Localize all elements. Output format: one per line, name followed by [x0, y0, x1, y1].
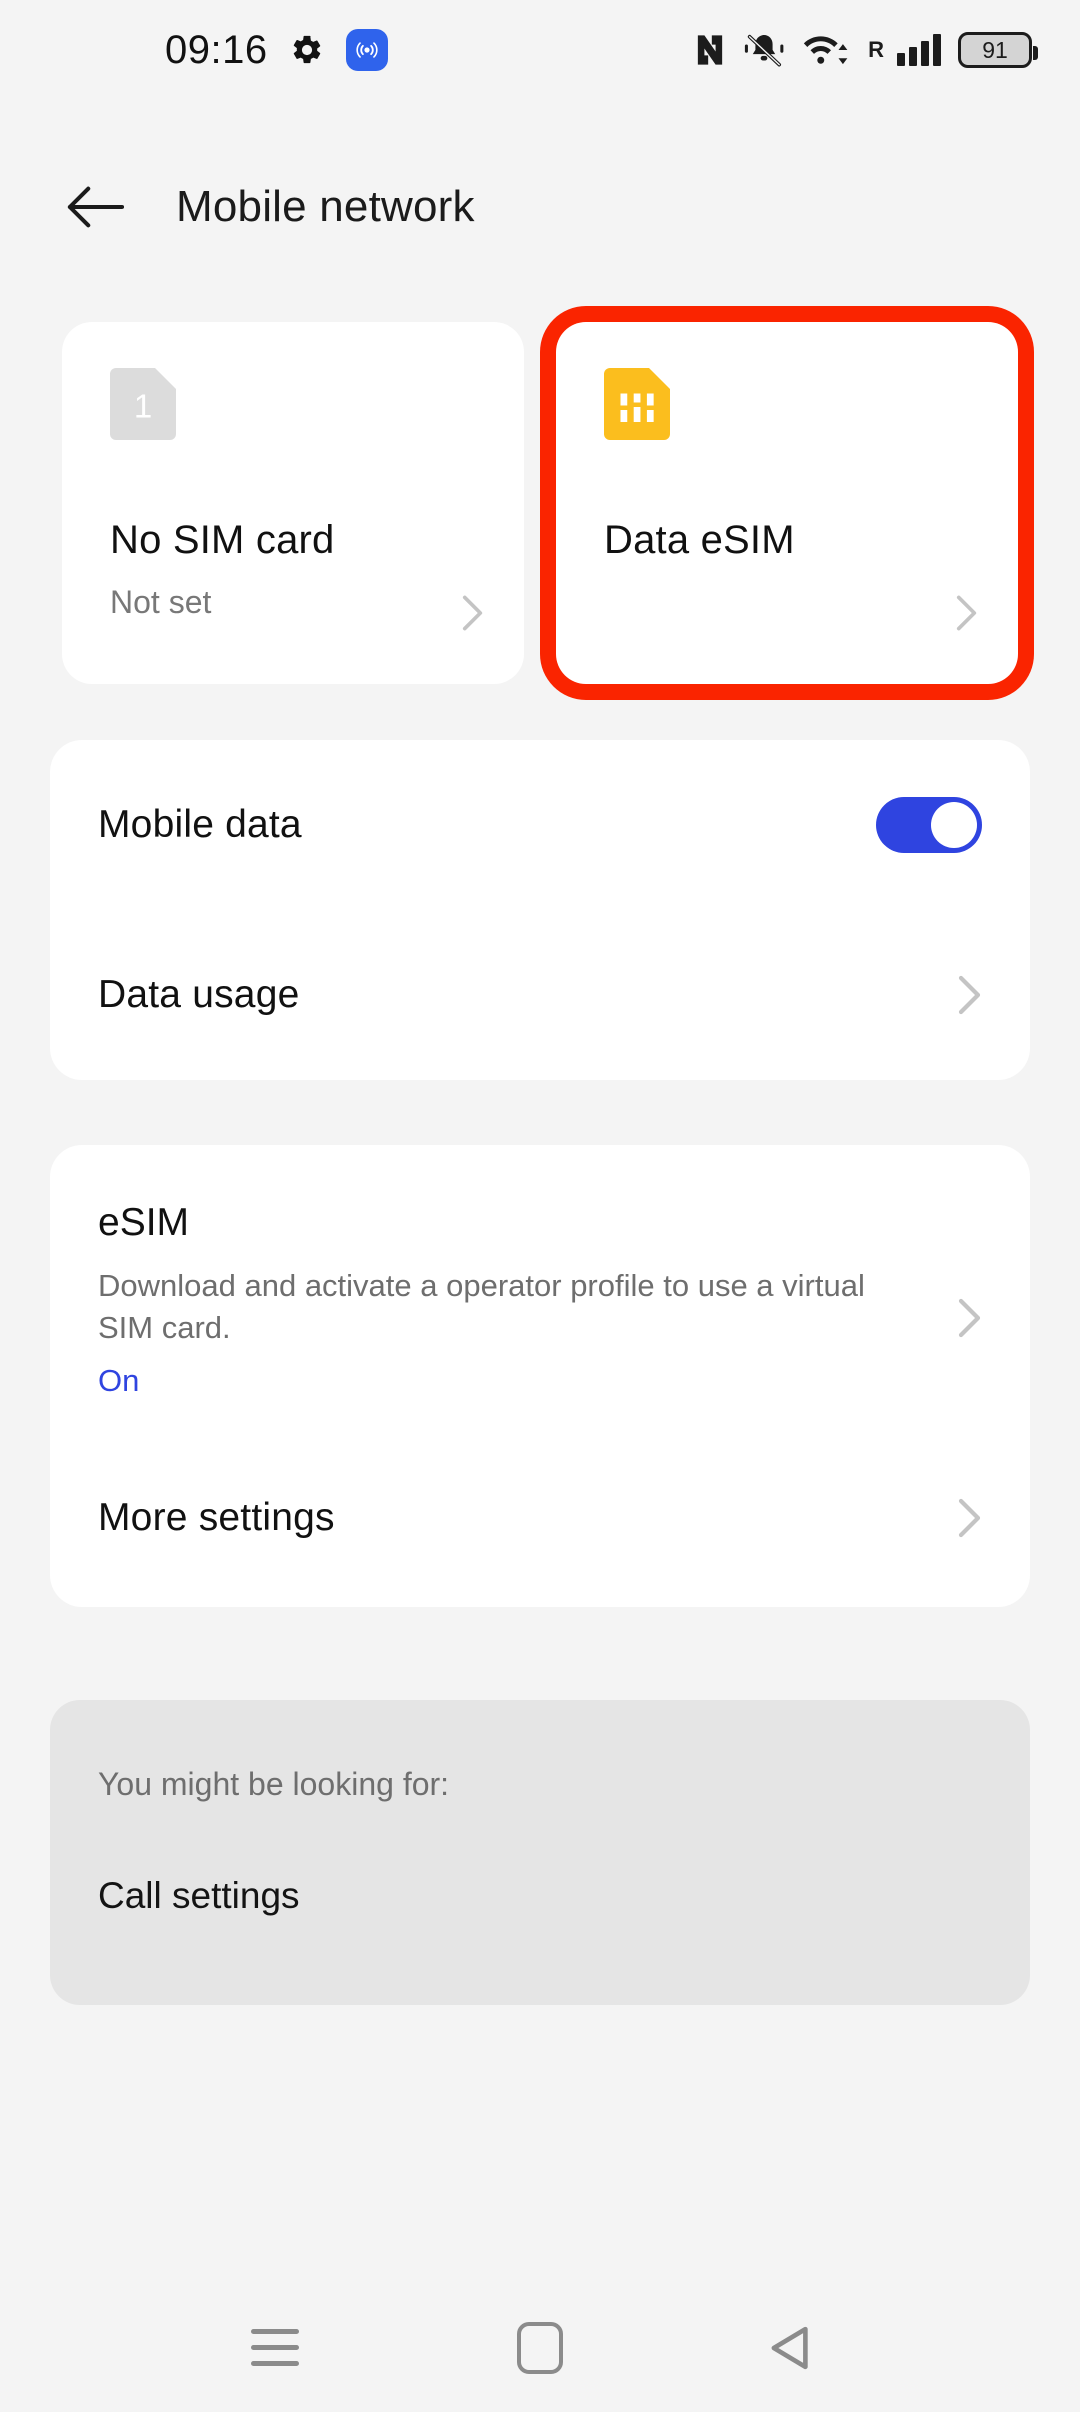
- nfc-icon: [697, 35, 723, 65]
- esim-title: eSIM: [98, 1201, 190, 1244]
- esim-state-label: On: [98, 1363, 140, 1399]
- row-data-usage[interactable]: Data usage: [50, 910, 1030, 1080]
- bell-muted-icon: [745, 34, 784, 67]
- wifi-icon: [803, 36, 848, 65]
- sim-card-row: 1 No SIM card Not set Data eSIM: [62, 322, 1018, 684]
- mobile-data-label: Mobile data: [98, 803, 302, 846]
- gear-icon: [293, 35, 320, 64]
- back-arrow-icon[interactable]: [66, 185, 124, 229]
- roaming-indicator: R: [868, 37, 884, 62]
- data-usage-label: Data usage: [98, 973, 300, 1016]
- recents-icon: [251, 2329, 299, 2367]
- status-bar-clock: 09:16: [165, 27, 268, 72]
- nav-recents-button[interactable]: [205, 2284, 345, 2412]
- mobile-data-toggle[interactable]: [876, 797, 982, 853]
- suggestion-call-settings[interactable]: Call settings: [98, 1875, 982, 1917]
- broadcast-icon: [345, 29, 388, 71]
- chevron-right-icon: [958, 1298, 981, 1338]
- sim-card-slot-1[interactable]: 1 No SIM card Not set: [62, 322, 524, 684]
- esim-description: Download and activate a operator profile…: [98, 1268, 865, 1346]
- back-triangle-icon: [771, 2326, 808, 2370]
- status-bar-left: 09:16: [165, 0, 388, 100]
- signal-bars-icon: [897, 34, 941, 66]
- status-bar: 09:16 R 91: [0, 0, 1080, 100]
- battery-icon: 91: [958, 32, 1038, 68]
- home-icon: [517, 2322, 563, 2374]
- chevron-right-icon: [956, 595, 977, 631]
- suggestions-label: You might be looking for:: [98, 1766, 450, 1802]
- esim-card-icon: [604, 368, 670, 440]
- row-more-settings[interactable]: More settings: [50, 1443, 1030, 1593]
- nav-back-button[interactable]: [720, 2284, 860, 2412]
- page-header: Mobile network: [0, 152, 1080, 262]
- chevron-right-icon: [958, 975, 981, 1015]
- row-mobile-data[interactable]: Mobile data: [50, 740, 1030, 910]
- chevron-right-icon: [462, 595, 483, 631]
- sim-card-name: No SIM card: [110, 518, 335, 562]
- esim-card: eSIM Download and activate a operator pr…: [50, 1145, 1030, 1607]
- svg-text:1: 1: [134, 388, 152, 425]
- navigation-bar: [0, 2284, 1080, 2412]
- chevron-right-icon: [958, 1499, 981, 1538]
- nav-home-button[interactable]: [470, 2284, 610, 2412]
- suggestions-card: You might be looking for: Call settings: [50, 1700, 1030, 2005]
- row-esim[interactable]: eSIM Download and activate a operator pr…: [50, 1145, 1030, 1399]
- phone-screen: 09:16 R 91 Mobile network 1 No SIM card …: [0, 0, 1080, 2412]
- sim-card-slot-esim[interactable]: Data eSIM: [556, 322, 1018, 684]
- sim-card-name: Data eSIM: [604, 518, 795, 562]
- status-bar-right: R 91: [695, 0, 1038, 100]
- sim-card-icon: 1: [110, 368, 176, 440]
- toggle-knob: [931, 802, 977, 848]
- battery-percent-label: 91: [982, 36, 1008, 63]
- sim-card-subtitle: Not set: [110, 584, 212, 620]
- mobile-data-card: Mobile data Data usage: [50, 740, 1030, 1080]
- more-settings-label: More settings: [98, 1496, 335, 1540]
- page-title: Mobile network: [176, 182, 475, 231]
